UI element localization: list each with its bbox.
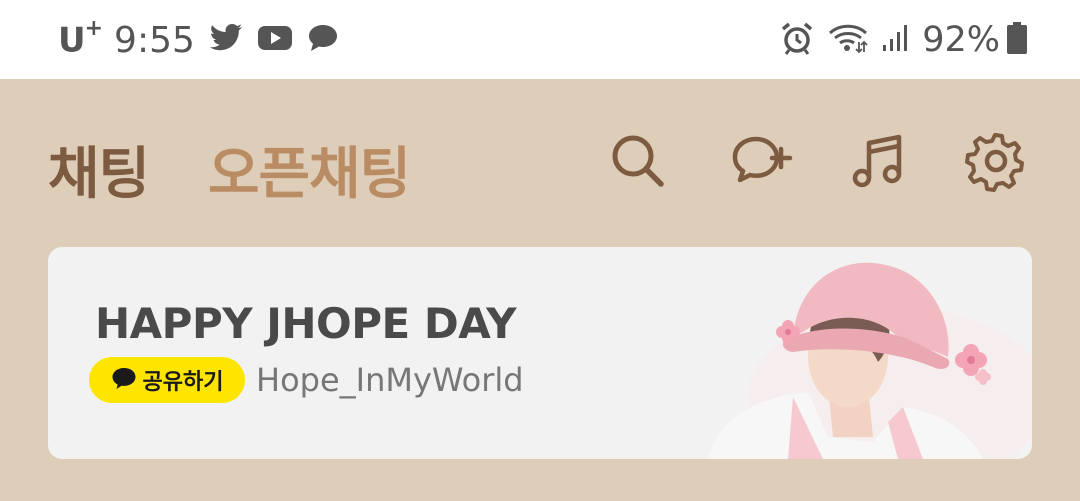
music-icon[interactable] <box>846 129 910 193</box>
portrait-image <box>698 247 1032 459</box>
wifi-icon <box>828 22 868 58</box>
new-chat-icon[interactable] <box>730 129 794 193</box>
settings-icon[interactable] <box>964 129 1028 193</box>
signal-icon <box>882 23 910 57</box>
youtube-icon <box>257 24 293 56</box>
status-bar: U+ 9:55 92% <box>0 0 1080 79</box>
status-bar-left: U+ 9:55 <box>58 15 339 62</box>
carrier-label: U+ <box>58 15 103 61</box>
banner-handle: Hope_InMyWorld <box>256 361 524 399</box>
status-bar-right: 92% <box>766 18 1028 62</box>
share-button[interactable]: 공유하기 <box>89 357 245 403</box>
app-header: 채팅 오픈채팅 <box>0 79 1080 244</box>
alarm-icon <box>780 21 814 59</box>
battery-percent: 92% <box>922 20 1000 60</box>
chat-bubble-icon <box>307 23 339 57</box>
twitter-icon <box>209 23 243 57</box>
battery-icon <box>1006 21 1028 59</box>
search-icon[interactable] <box>606 129 670 193</box>
clock: 9:55 <box>114 19 195 61</box>
tab-open-chat[interactable]: 오픈채팅 <box>208 129 411 210</box>
tab-chat[interactable]: 채팅 <box>48 129 150 210</box>
promo-banner[interactable]: HAPPY JHOPE DAY 공유하기 Hope_InMyWorld <box>48 247 1032 459</box>
banner-title: HAPPY JHOPE DAY <box>95 299 517 348</box>
kakao-talk-icon <box>111 366 137 394</box>
share-button-label: 공유하기 <box>142 370 224 395</box>
